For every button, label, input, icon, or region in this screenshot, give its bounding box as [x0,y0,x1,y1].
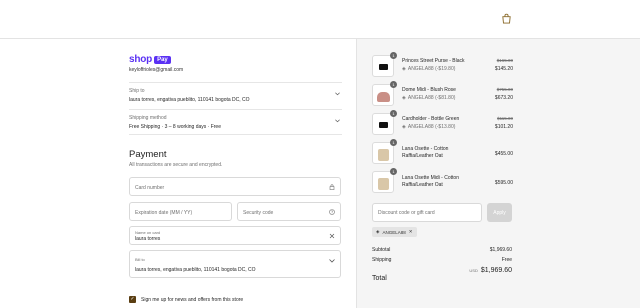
payment-title: Payment [129,149,167,160]
ship-to-value: laura torres, engativa pueblito, 110141 … [129,97,250,103]
expiration-placeholder: Expiration date (MM / YY) [135,210,193,216]
product-thumbnail: 1 [372,110,397,135]
shipping-method-value: Free Shipping · 3 – 8 working days · Fre… [129,124,221,130]
line-item: 1 Princes Street Purse - Black ◈ ANGELA88… [372,52,513,77]
line-item: 1 Cardholder - Bottle Green ◈ ANGELA88 (-… [372,110,513,135]
tag-icon: ◈ [402,66,406,72]
apply-button[interactable]: Apply [487,203,512,222]
item-name: Dome Midi - Blush Rose [402,87,456,93]
line-item: 1 Lana Osette - Cotton Raffia/Leather Oa… [372,139,513,164]
tag-icon: ◈ [402,124,406,130]
bill-to-value: laura torres, engativa pueblito, 110141 … [135,267,256,273]
newsletter-checkbox[interactable]: ✓ [129,296,136,303]
quantity-badge: 1 [390,81,397,88]
chevron-down-icon[interactable] [335,119,340,123]
item-old-price: $755.00 [496,87,513,92]
item-price: $145.20 [494,66,513,72]
subtotal-value: $1,969.60 [489,247,512,253]
card-number-field[interactable]: Card number [129,177,341,196]
account-email: keyloffrioles@gmail.com [129,67,184,73]
expiration-date-field[interactable]: Expiration date (MM / YY) [129,202,232,221]
product-thumbnail: 1 [372,52,397,77]
remove-discount-icon[interactable]: ✕ [409,229,413,235]
line-item: 1 Lana Osette Midi - Cotton Raffia/Leath… [372,168,513,193]
shop-pay-logo: shop Pay [129,54,171,65]
total-currency: USD [469,268,478,273]
shipping-value: Free [501,257,512,263]
item-price: $673.20 [494,95,513,101]
item-price: $455.00 [494,151,513,157]
help-circle-icon[interactable] [329,209,335,215]
product-thumbnail: 1 [372,81,397,106]
quantity-badge: 1 [390,168,397,175]
bag-image [378,178,389,190]
newsletter-row[interactable]: ✓ Sign me up for news and offers from th… [129,296,243,303]
discount-code-placeholder: Discount code or gift card [378,210,435,216]
name-on-card-label: Name on card [135,230,161,235]
shipping-row: Shipping Free [372,257,512,263]
security-code-field[interactable]: Security code [237,202,341,221]
chevron-down-icon[interactable] [335,92,340,96]
product-thumbnail: 1 [372,139,397,164]
cardholder-image [379,122,388,128]
name-on-card-field[interactable]: Name on card laura torres [129,226,341,245]
payment-subtitle: All transactions are secure and encrypte… [129,162,223,168]
item-name: Princes Street Purse - Black [402,58,465,64]
shopping-bag-icon[interactable] [501,13,512,24]
card-number-placeholder: Card number [135,185,165,191]
product-thumbnail: 1 [372,168,397,193]
item-old-price: $115.00 [497,116,513,121]
bill-to-label: Bill to [135,257,145,262]
total-value: $1,969.60 [480,267,512,274]
subtotal-label: Subtotal [372,247,391,253]
clear-icon[interactable] [329,233,335,239]
item-discount: ◈ ANGELA88 (-$13.80) [402,124,455,130]
quantity-badge: 1 [390,52,397,59]
item-price: $101.20 [494,124,513,130]
chevron-down-icon [329,259,335,263]
top-bar [0,0,640,39]
bag-image [377,92,390,102]
tag-icon: ◈ [402,95,406,101]
shop-pay-badge: Pay [154,55,171,64]
bill-to-select[interactable]: Bill to laura torres, engativa pueblito,… [129,250,341,278]
purse-image [379,64,388,70]
newsletter-label: Sign me up for news and offers from this… [141,296,244,303]
applied-discount-code: ANGELA88 [382,229,406,235]
item-price: $595.00 [494,180,513,186]
item-old-price: $165.00 [496,58,513,63]
item-name: Cardholder - Bottle Green [402,116,460,122]
item-discount-text: ANGELA88 (-$13.80) [407,124,456,130]
ship-to-label: Ship to [129,88,145,94]
discount-code-input[interactable]: Discount code or gift card [372,203,482,222]
item-discount-text: ANGELA88 (-$19.80) [407,66,456,72]
shop-pay-word: shop [129,54,153,65]
item-discount: ◈ ANGELA88 (-$81.80) [402,95,455,101]
item-name: Lana Osette - Cotton Raffia/Leather Oat [402,146,449,159]
shipping-method-label: Shipping method [129,115,167,121]
tag-icon: ◈ [376,229,380,234]
quantity-badge: 1 [390,139,397,146]
line-item: 1 Dome Midi - Blush Rose ◈ ANGELA88 (-$81… [372,81,513,106]
item-name: Lana Osette Midi - Cotton Raffia/Leather… [402,175,459,188]
ship-to-row[interactable]: Ship to laura torres, engativa pueblito,… [129,82,342,109]
shipping-label: Shipping [372,257,392,263]
quantity-badge: 1 [390,110,397,117]
subtotal-row: Subtotal $1,969.60 [372,247,512,253]
security-code-placeholder: Security code [243,210,274,216]
applied-discount-chip: ◈ ANGELA88 ✕ [372,227,417,237]
lock-icon [329,184,335,190]
total-row: Total USD $1,969.60 [372,267,512,285]
item-discount: ◈ ANGELA88 (-$19.80) [402,66,455,72]
shipping-method-row[interactable]: Shipping method Free Shipping · 3 – 8 wo… [129,109,342,135]
bag-image [378,149,389,161]
total-label: Total [372,275,387,282]
name-on-card-value: laura torres [135,236,161,242]
item-discount-text: ANGELA88 (-$81.80) [407,95,456,101]
